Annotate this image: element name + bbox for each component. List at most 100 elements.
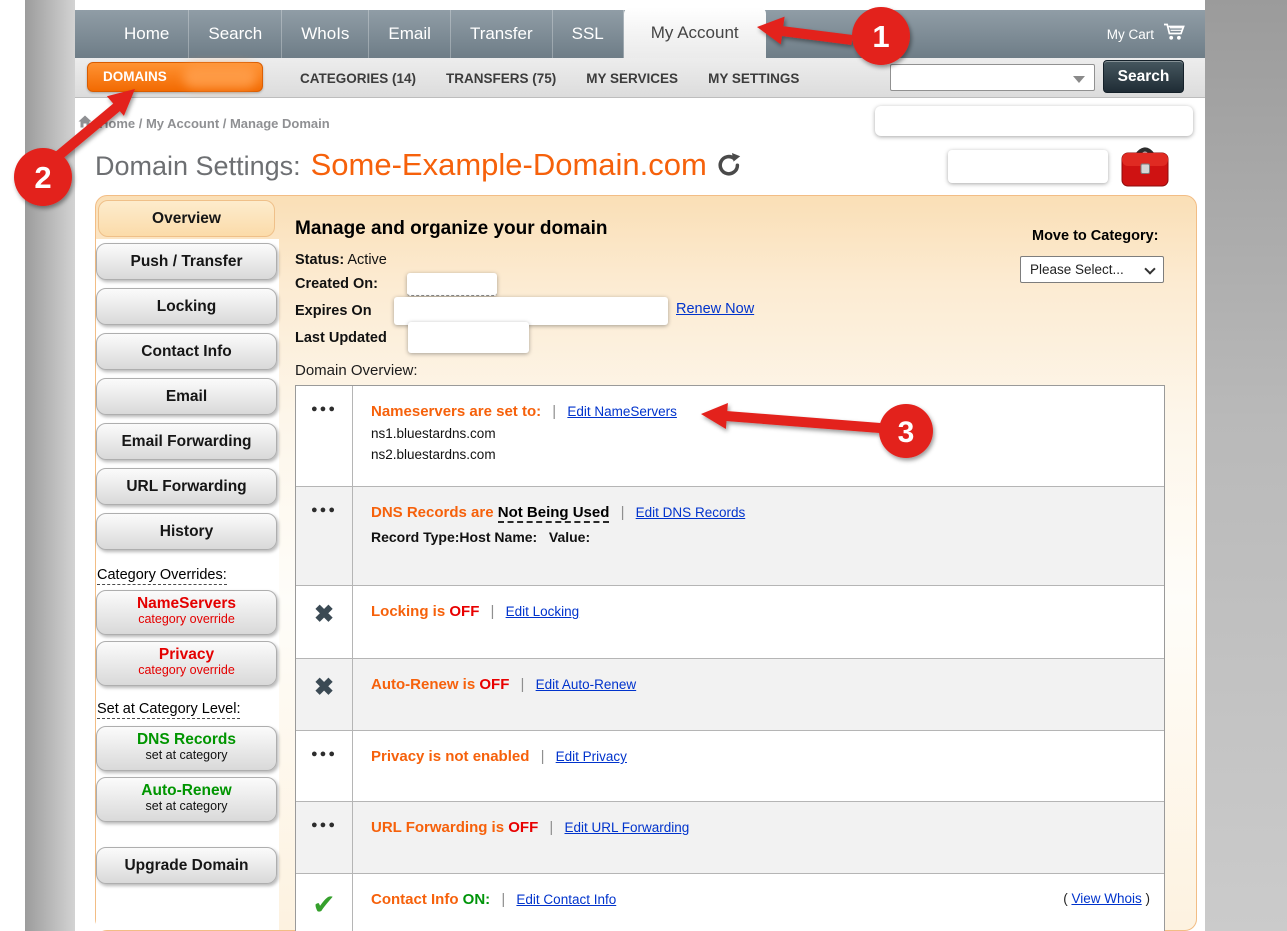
- redacted-box: [948, 150, 1108, 183]
- breadcrumb-text: Home / My Account / Manage Domain: [99, 116, 330, 131]
- sidebar-nameservers-override[interactable]: NameServers category override: [96, 590, 277, 635]
- row-nameservers: ●●● Nameservers are set to: | Edit NameS…: [296, 386, 1164, 487]
- redacted-box: [394, 297, 668, 325]
- sidebar-tab-push-transfer[interactable]: Push / Transfer: [96, 243, 277, 280]
- separator: |: [501, 891, 505, 908]
- paren-open: (: [1063, 891, 1068, 906]
- edit-privacy-link[interactable]: Edit Privacy: [556, 749, 627, 764]
- combo-dropdown-arrow-icon[interactable]: [1073, 76, 1085, 83]
- renew-now-link-text[interactable]: Renew Now: [676, 301, 754, 317]
- sidebar-tab-contact-info[interactable]: Contact Info: [96, 333, 277, 370]
- expires-label: Expires On: [295, 303, 372, 319]
- edit-url-forwarding-link[interactable]: Edit URL Forwarding: [565, 820, 690, 835]
- sidebar-tab-url-forwarding[interactable]: URL Forwarding: [96, 468, 277, 505]
- secondary-navigation: DOMAINS CATEGORIES (14) TRANSFERS (75) M…: [75, 58, 1205, 98]
- page: Home Search WhoIs Email Transfer SSL My …: [0, 0, 1287, 931]
- sidebar-tab-email-forwarding[interactable]: Email Forwarding: [96, 423, 277, 460]
- chevron-down-icon: [1144, 263, 1155, 274]
- breadcrumb[interactable]: Home / My Account / Manage Domain: [78, 115, 330, 131]
- locking-title: Locking is: [371, 603, 445, 620]
- category-overrides-label: Category Overrides:: [97, 567, 227, 585]
- tab-my-services[interactable]: MY SERVICES: [586, 71, 678, 86]
- tab-home[interactable]: Home: [105, 10, 189, 58]
- tab-search[interactable]: Search: [189, 10, 282, 58]
- dots-icon: ●●●: [296, 386, 353, 486]
- edit-nameservers-link[interactable]: Edit NameServers: [567, 404, 677, 419]
- search-input[interactable]: [891, 65, 1094, 90]
- row-locking: ✖ Locking is OFF | Edit Locking: [296, 586, 1164, 659]
- tab-whois[interactable]: WhoIs: [282, 10, 369, 58]
- search-button[interactable]: Search: [1103, 60, 1184, 93]
- separator: |: [541, 748, 545, 765]
- page-title: Domain Settings: Some-Example-Domain.com: [95, 147, 741, 183]
- tab-ssl[interactable]: SSL: [553, 10, 624, 58]
- separator: |: [491, 603, 495, 620]
- tab-transfer[interactable]: Transfer: [451, 10, 553, 58]
- check-icon: ✔: [296, 874, 353, 931]
- top-navigation: Home Search WhoIs Email Transfer SSL My …: [75, 10, 1205, 58]
- domain-overview-label: Domain Overview:: [295, 362, 418, 379]
- autorenew-category-subtitle: set at category: [97, 800, 276, 814]
- domain-name: Some-Example-Domain.com: [311, 147, 707, 183]
- privacy-override-title: Privacy: [159, 646, 214, 663]
- sidebar-tab-email[interactable]: Email: [96, 378, 277, 415]
- dns-title: DNS Records are: [371, 504, 494, 521]
- edit-dns-records-link[interactable]: Edit DNS Records: [636, 505, 746, 520]
- redacted-box: [408, 322, 529, 353]
- url-forwarding-title: URL Forwarding is: [371, 819, 504, 836]
- dns-category-subtitle: set at category: [97, 749, 276, 763]
- tab-domains[interactable]: DOMAINS: [87, 62, 263, 92]
- renew-now-link[interactable]: Renew Now: [676, 301, 754, 317]
- separator: |: [521, 676, 525, 693]
- toolbox-icon[interactable]: [1118, 143, 1172, 195]
- tab-transfers[interactable]: TRANSFERS (75): [446, 71, 556, 86]
- x-icon: ✖: [296, 586, 353, 658]
- sidebar-tab-overview[interactable]: Overview: [98, 200, 275, 237]
- page-margin-right: [1205, 0, 1287, 931]
- x-icon: ✖: [296, 659, 353, 730]
- upgrade-domain-button[interactable]: Upgrade Domain: [96, 847, 277, 884]
- redacted-box: [407, 273, 497, 296]
- my-cart[interactable]: My Cart: [1107, 10, 1205, 58]
- tab-categories[interactable]: CATEGORIES (14): [300, 71, 416, 86]
- cart-icon: [1163, 23, 1187, 46]
- locking-state: OFF: [449, 603, 479, 620]
- sidebar-privacy-override[interactable]: Privacy category override: [96, 641, 277, 686]
- row-dns-records: ●●● DNS Records are Not Being Used | Edi…: [296, 487, 1164, 586]
- autorenew-category-title: Auto-Renew: [141, 782, 231, 799]
- my-cart-label: My Cart: [1107, 27, 1154, 42]
- created-line: Created On:: [295, 276, 378, 292]
- autorenew-state: OFF: [479, 676, 509, 693]
- dns-category-title: DNS Records: [137, 731, 236, 748]
- refresh-icon[interactable]: [717, 152, 741, 183]
- nameservers-title: Nameservers are set to:: [371, 403, 541, 420]
- privacy-title: Privacy is not enabled: [371, 748, 529, 765]
- tab-my-settings[interactable]: MY SETTINGS: [708, 71, 799, 86]
- separator: |: [549, 819, 553, 836]
- move-to-category-label: Move to Category:: [1032, 228, 1159, 244]
- autorenew-title: Auto-Renew is: [371, 676, 475, 693]
- sidebar-tab-locking[interactable]: Locking: [96, 288, 277, 325]
- expires-line: Expires On: [295, 303, 372, 319]
- page-margin-left: [25, 0, 75, 931]
- edit-contact-info-link[interactable]: Edit Contact Info: [516, 892, 616, 907]
- search-combobox[interactable]: [890, 64, 1095, 91]
- nameserver-2: ns2.bluestardns.com: [371, 447, 1148, 462]
- tab-my-account[interactable]: My Account: [624, 7, 766, 58]
- domains-label: DOMAINS: [103, 69, 167, 84]
- dns-record-columns: Record Type:Host Name: Value:: [371, 529, 1148, 545]
- edit-locking-link[interactable]: Edit Locking: [506, 604, 580, 619]
- category-select[interactable]: Please Select...: [1020, 256, 1164, 283]
- home-icon: [78, 115, 92, 131]
- sidebar-autorenew-category[interactable]: Auto-Renew set at category: [96, 777, 277, 822]
- nameserver-1: ns1.bluestardns.com: [371, 426, 1148, 441]
- sidebar-dns-records-category[interactable]: DNS Records set at category: [96, 726, 277, 771]
- dots-icon: ●●●: [296, 802, 353, 873]
- sidebar-tab-history[interactable]: History: [96, 513, 277, 550]
- status-label: Status:: [295, 252, 344, 268]
- separator: |: [552, 403, 556, 420]
- view-whois-link[interactable]: View Whois: [1071, 891, 1141, 906]
- updated-line: Last Updated: [295, 330, 387, 346]
- edit-autorenew-link[interactable]: Edit Auto-Renew: [536, 677, 637, 692]
- tab-email[interactable]: Email: [369, 10, 451, 58]
